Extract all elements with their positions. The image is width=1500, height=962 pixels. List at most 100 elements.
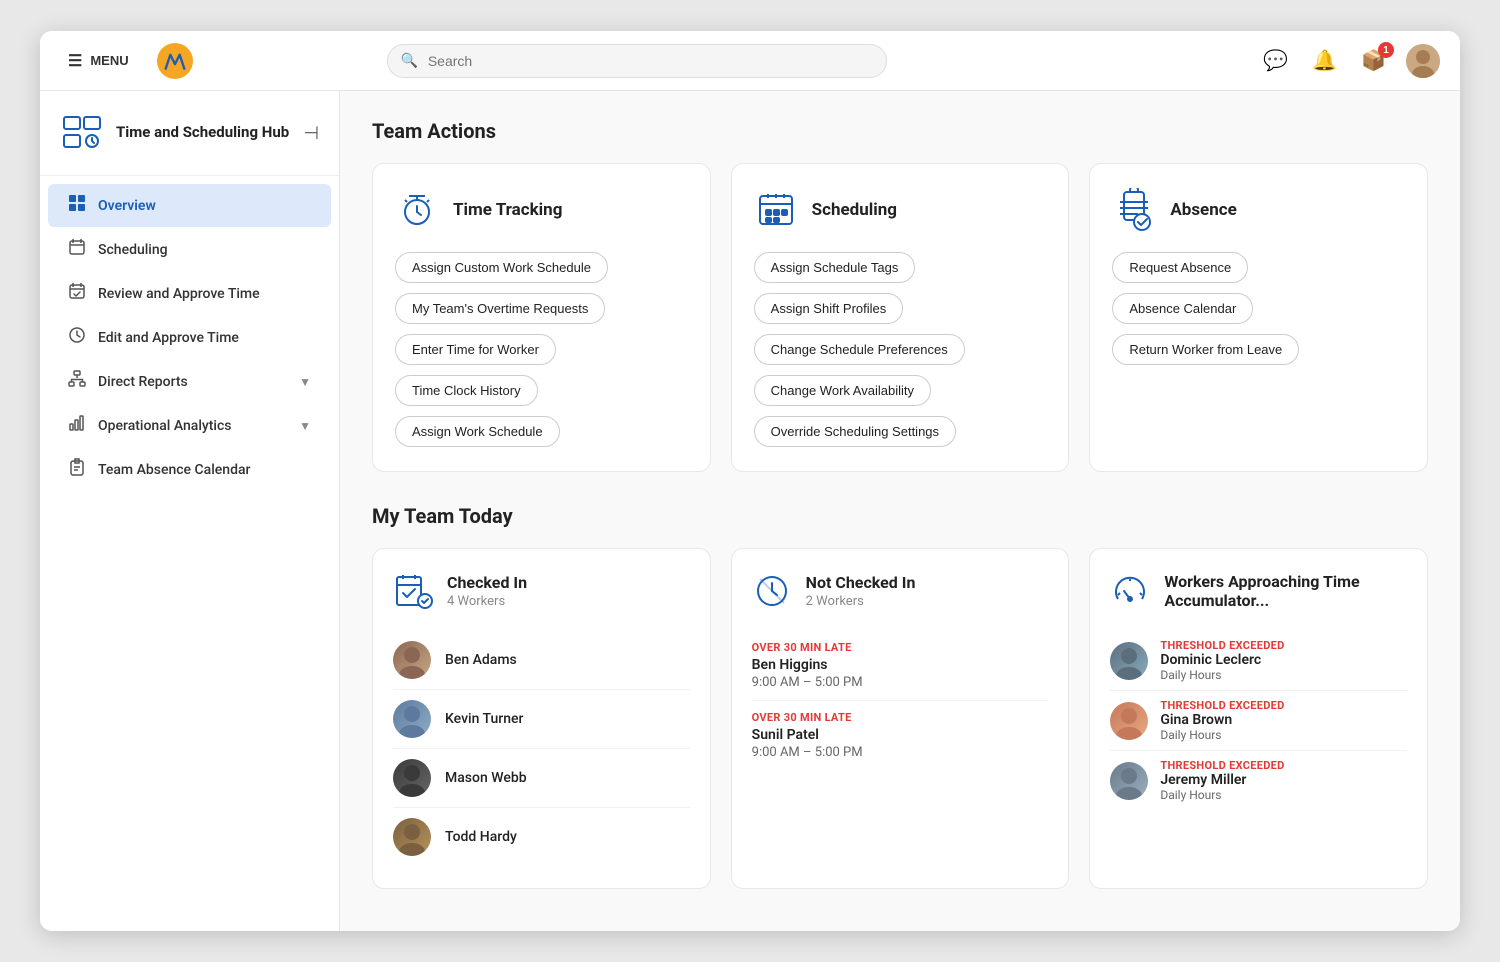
sidebar-item-review-approve[interactable]: Review and Approve Time xyxy=(48,272,331,315)
hub-icon xyxy=(60,111,104,155)
worker-row: Mason Webb xyxy=(393,749,690,808)
not-checked-row: OVER 30 MIN LATE Ben Higgins 9:00 AM – 5… xyxy=(752,631,1049,701)
threshold-row: THRESHOLD EXCEEDED Gina Brown Daily Hour… xyxy=(1110,691,1407,751)
time-tracking-title: Time Tracking xyxy=(453,200,562,220)
hamburger-icon: ☰ xyxy=(68,51,82,71)
sidebar-item-direct-reports-label: Direct Reports xyxy=(98,374,188,390)
team-today-cards: Checked In 4 Workers Ben Adams xyxy=(372,548,1428,889)
not-checked-time: 9:00 AM – 5:00 PM xyxy=(752,675,1049,690)
sidebar-item-scheduling[interactable]: Scheduling xyxy=(48,228,331,271)
sidebar-item-edit-label: Edit and Approve Time xyxy=(98,330,239,346)
scheduling-card: Scheduling Assign Schedule Tags Assign S… xyxy=(731,163,1070,472)
mail-badge: 1 xyxy=(1378,42,1394,58)
absence-card-title: Absence xyxy=(1170,200,1236,220)
body-wrap: Time and Scheduling Hub ⊣ Overview xyxy=(40,91,1460,931)
scheduling-buttons: Assign Schedule Tags Assign Shift Profil… xyxy=(754,252,1047,447)
sidebar-item-overview-label: Overview xyxy=(98,198,156,214)
assign-shift-profiles-btn[interactable]: Assign Shift Profiles xyxy=(754,293,904,324)
search-input[interactable] xyxy=(387,44,887,78)
threshold-worker-name: Jeremy Miller xyxy=(1160,772,1407,788)
chevron-down-icon: ▼ xyxy=(299,375,311,389)
assign-schedule-tags-btn[interactable]: Assign Schedule Tags xyxy=(754,252,916,283)
clock-icon xyxy=(68,326,86,349)
not-checked-in-header: Not Checked In 2 Workers xyxy=(752,571,1049,611)
time-accumulator-title: Workers Approaching Time Accumulator... xyxy=(1164,572,1407,610)
worker-avatar xyxy=(393,759,431,797)
not-checked-in-title-wrap: Not Checked In 2 Workers xyxy=(806,573,916,609)
chat-button[interactable]: 💬 xyxy=(1259,44,1292,77)
sidebar-hub: Time and Scheduling Hub ⊣ xyxy=(40,111,339,176)
threshold-info: THRESHOLD EXCEEDED Jeremy Miller Daily H… xyxy=(1160,759,1407,802)
late-badge: OVER 30 MIN LATE xyxy=(752,711,1049,724)
sidebar-item-team-absence[interactable]: Team Absence Calendar xyxy=(48,448,331,491)
time-tracking-card: Time Tracking Assign Custom Work Schedul… xyxy=(372,163,711,472)
override-scheduling-settings-btn[interactable]: Override Scheduling Settings xyxy=(754,416,956,447)
overtime-requests-btn[interactable]: My Team's Overtime Requests xyxy=(395,293,605,324)
worker-avatar xyxy=(393,641,431,679)
time-clock-history-btn[interactable]: Time Clock History xyxy=(395,375,538,406)
worker-name: Mason Webb xyxy=(445,770,527,786)
scheduling-card-title: Scheduling xyxy=(812,200,897,220)
worker-avatar xyxy=(393,700,431,738)
team-actions-title: Team Actions xyxy=(372,119,1428,143)
scheduling-card-header: Scheduling xyxy=(754,188,1047,232)
sidebar-item-scheduling-label: Scheduling xyxy=(98,242,168,258)
not-checked-in-icon xyxy=(752,571,792,611)
not-checked-in-title: Not Checked In xyxy=(806,573,916,592)
threshold-exceeded: THRESHOLD EXCEEDED xyxy=(1160,759,1407,772)
checked-in-workers: Ben Adams Kevin Turner Mas xyxy=(393,631,690,866)
sidebar-collapse-button[interactable]: ⊣ xyxy=(303,123,319,144)
sidebar-item-operational-analytics[interactable]: Operational Analytics ▼ xyxy=(48,404,331,447)
checked-in-icon xyxy=(393,571,433,611)
calendar-icon xyxy=(68,238,86,261)
search-bar: 🔍 xyxy=(387,44,887,78)
sidebar-item-direct-reports[interactable]: Direct Reports ▼ xyxy=(48,360,331,403)
app-shell: ☰ MENU 🔍 💬 🔔 📦 1 xyxy=(40,31,1460,931)
worker-row: Ben Adams xyxy=(393,631,690,690)
time-tracking-buttons: Assign Custom Work Schedule My Team's Ov… xyxy=(395,252,688,447)
absence-card-header: Absence xyxy=(1112,188,1405,232)
request-absence-btn[interactable]: Request Absence xyxy=(1112,252,1248,283)
absence-calendar-btn[interactable]: Absence Calendar xyxy=(1112,293,1253,324)
assign-custom-work-schedule-btn[interactable]: Assign Custom Work Schedule xyxy=(395,252,608,283)
sidebar-item-analytics-label: Operational Analytics xyxy=(98,418,232,434)
notifications-button[interactable]: 🔔 xyxy=(1308,44,1341,77)
absence-card: Absence Request Absence Absence Calendar… xyxy=(1089,163,1428,472)
scheduling-icon xyxy=(754,188,798,232)
worker-avatar xyxy=(1110,762,1148,800)
sidebar-item-overview[interactable]: Overview xyxy=(48,184,331,227)
assign-work-schedule-btn[interactable]: Assign Work Schedule xyxy=(395,416,560,447)
not-checked-name: Sunil Patel xyxy=(752,727,1049,743)
not-checked-row: OVER 30 MIN LATE Sunil Patel 9:00 AM – 5… xyxy=(752,701,1049,770)
avatar[interactable] xyxy=(1406,44,1440,78)
menu-label: MENU xyxy=(90,53,128,68)
worker-name: Todd Hardy xyxy=(445,829,517,845)
time-tracking-card-header: Time Tracking xyxy=(395,188,688,232)
sidebar-item-team-absence-label: Team Absence Calendar xyxy=(98,462,250,478)
enter-time-worker-btn[interactable]: Enter Time for Worker xyxy=(395,334,556,365)
sidebar-item-edit-approve[interactable]: Edit and Approve Time xyxy=(48,316,331,359)
sidebar: Time and Scheduling Hub ⊣ Overview xyxy=(40,91,340,931)
time-accumulator-title-wrap: Workers Approaching Time Accumulator... xyxy=(1164,572,1407,610)
chat-icon: 💬 xyxy=(1263,50,1288,72)
hub-title: Time and Scheduling Hub xyxy=(116,123,289,143)
not-checked-in-card: Not Checked In 2 Workers OVER 30 MIN LAT… xyxy=(731,548,1070,889)
checked-in-subtitle: 4 Workers xyxy=(447,594,527,609)
worker-name: Ben Adams xyxy=(445,652,517,668)
worker-name: Kevin Turner xyxy=(445,711,523,727)
threshold-worker-name: Dominic Leclerc xyxy=(1160,652,1407,668)
change-work-availability-btn[interactable]: Change Work Availability xyxy=(754,375,931,406)
menu-button[interactable]: ☰ MENU xyxy=(60,47,137,75)
return-worker-leave-btn[interactable]: Return Worker from Leave xyxy=(1112,334,1299,365)
worker-avatar xyxy=(393,818,431,856)
not-checked-time: 9:00 AM – 5:00 PM xyxy=(752,745,1049,760)
bell-icon: 🔔 xyxy=(1312,50,1337,72)
org-icon xyxy=(68,370,86,393)
clipboard-icon xyxy=(68,458,86,481)
grid-icon xyxy=(68,194,86,217)
time-tracking-icon xyxy=(395,188,439,232)
header-actions: 💬 🔔 📦 1 xyxy=(1259,44,1440,78)
change-schedule-preferences-btn[interactable]: Change Schedule Preferences xyxy=(754,334,965,365)
mail-button[interactable]: 📦 1 xyxy=(1357,44,1390,77)
checked-in-header: Checked In 4 Workers xyxy=(393,571,690,611)
